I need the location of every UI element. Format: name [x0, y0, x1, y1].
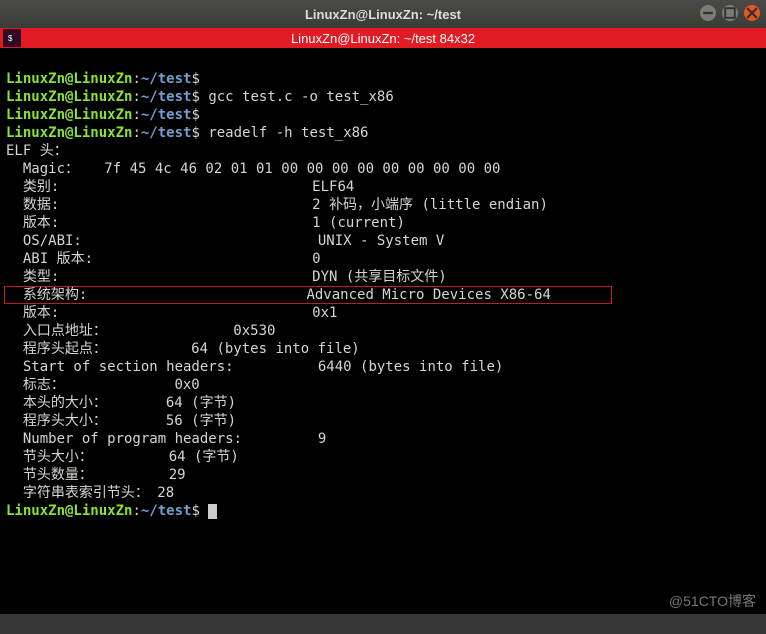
output-label: 类别:	[6, 179, 312, 195]
close-button[interactable]	[744, 5, 760, 21]
prompt-sigil: $	[191, 125, 199, 141]
watermark: @51CTO博客	[669, 592, 756, 610]
prompt-user: LinuxZn@LinuxZn	[6, 107, 132, 123]
output-value: 9	[318, 431, 326, 447]
tab-bar: $ LinuxZn@LinuxZn: ~/test 84x32	[0, 28, 766, 48]
prompt-sep: :	[132, 107, 140, 123]
output-value: 0x530	[233, 323, 275, 339]
output-label: 程序头大小：	[6, 413, 166, 429]
output-value: 0x1	[312, 305, 337, 321]
highlighted-arch-line: 系统架构: Advanced Micro Devices X86-64	[4, 286, 612, 304]
terminal-window: LinuxZn@LinuxZn: ~/test $ LinuxZn@LinuxZ…	[0, 0, 766, 634]
output-label: 系统架构:	[6, 287, 306, 303]
output-value: 6440 (bytes into file)	[318, 359, 503, 375]
window-titlebar: LinuxZn@LinuxZn: ~/test	[0, 0, 766, 28]
prompt-path: ~/test	[141, 125, 192, 141]
output-label: 节头大小：	[6, 449, 169, 465]
output-label: Number of program headers:	[6, 431, 318, 447]
prompt-sigil: $	[191, 89, 199, 105]
output-label: OS/ABI:	[6, 233, 318, 249]
svg-text:$: $	[8, 34, 13, 43]
output-label: 节头数量：	[6, 467, 169, 483]
output-value: 56 (字节)	[166, 413, 236, 429]
output-value: ELF64	[312, 179, 354, 195]
prompt-user: LinuxZn@LinuxZn	[6, 89, 132, 105]
output-label: 数据:	[6, 197, 312, 213]
output-value: 0x0	[174, 377, 199, 393]
output-value-arch: Advanced Micro Devices X86-64	[306, 287, 550, 303]
maximize-icon	[722, 5, 738, 21]
cmd-gcc: gcc test.c -o test_x86	[208, 89, 393, 105]
window-title: LinuxZn@LinuxZn: ~/test	[305, 7, 461, 22]
prompt-sigil: $	[191, 107, 199, 123]
maximize-button[interactable]	[722, 5, 738, 21]
output-label: 版本:	[6, 305, 312, 321]
prompt-sigil: $	[191, 71, 199, 87]
output-line: Magic： 7f 45 4c 46 02 01 01 00 00 00 00 …	[6, 161, 509, 177]
output-label: 入口点地址：	[6, 323, 233, 339]
prompt-user: LinuxZn@LinuxZn	[6, 125, 132, 141]
tab-title: LinuxZn@LinuxZn: ~/test 84x32	[291, 31, 475, 46]
output-label: 字符串表索引节头：	[6, 485, 157, 501]
output-value: 29	[169, 467, 186, 483]
window-controls	[700, 5, 760, 21]
cmd-readelf: readelf -h test_x86	[208, 125, 368, 141]
output-label: 本头的大小：	[6, 395, 166, 411]
output-value: 2 补码，小端序 (little endian)	[312, 197, 548, 213]
output-label: 版本:	[6, 215, 312, 231]
prompt-sep: :	[132, 503, 140, 519]
output-value: 28	[157, 485, 174, 501]
cursor	[208, 504, 217, 519]
prompt-path: ~/test	[141, 89, 192, 105]
minimize-button[interactable]	[700, 5, 716, 21]
terminal-tab-icon[interactable]: $	[3, 29, 21, 47]
minimize-icon	[700, 5, 716, 21]
output-value: DYN (共享目标文件)	[312, 269, 447, 285]
output-value: 64 (字节)	[166, 395, 236, 411]
output-label: 标志：	[6, 377, 174, 393]
output-line: ELF 头：	[6, 143, 68, 159]
prompt-sep: :	[132, 89, 140, 105]
prompt-path: ~/test	[141, 503, 192, 519]
output-label: Start of section headers:	[6, 359, 318, 375]
output-value: 64 (字节)	[169, 449, 239, 465]
terminal-body[interactable]: LinuxZn@LinuxZn:~/test$ LinuxZn@LinuxZn:…	[0, 48, 766, 614]
output-label: 类型:	[6, 269, 312, 285]
prompt-user: LinuxZn@LinuxZn	[6, 503, 132, 519]
output-value: 0	[312, 251, 320, 267]
output-value: UNIX - System V	[318, 233, 444, 249]
output-label: ABI 版本:	[6, 251, 312, 267]
prompt-sep: :	[132, 125, 140, 141]
prompt-path: ~/test	[141, 71, 192, 87]
output-value: 64 (bytes into file)	[191, 341, 360, 357]
close-icon	[744, 5, 760, 21]
output-label: 程序头起点：	[6, 341, 191, 357]
prompt-user: LinuxZn@LinuxZn	[6, 71, 132, 87]
output-value: 1 (current)	[312, 215, 405, 231]
prompt-sep: :	[132, 71, 140, 87]
prompt-sigil: $	[191, 503, 199, 519]
prompt-path: ~/test	[141, 107, 192, 123]
